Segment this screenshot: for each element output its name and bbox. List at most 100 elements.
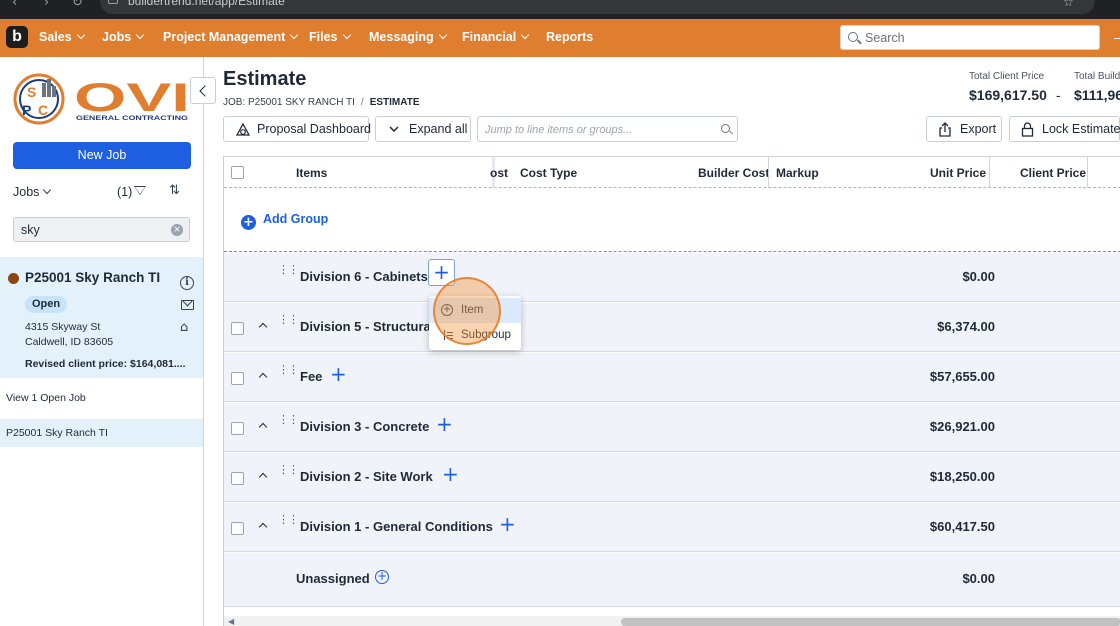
job-search-input[interactable] [21, 222, 166, 238]
row-amount: $0.00 [962, 571, 995, 586]
table-row[interactable]: ⋮⋮ Division 5 - Structura $6,374.00 [224, 303, 1120, 352]
add-to-group-button[interactable]: + [428, 259, 455, 286]
sidebar: S P C OVI GENERAL CONTRACTING New Job Jo… [0, 57, 204, 626]
menu-item-item[interactable]: + Item [429, 298, 521, 323]
table-row[interactable]: ⋮⋮ Division 3 - Concrete + $26,921.00 [224, 403, 1120, 452]
home-icon[interactable]: ⌂ [180, 320, 188, 335]
drag-handle-icon[interactable]: ⋮⋮ [278, 414, 299, 425]
forward-icon[interactable]: › [44, 0, 49, 10]
row-checkbox[interactable] [231, 422, 244, 435]
row-name[interactable]: Fee [300, 369, 322, 384]
nav-reports[interactable]: Reports [546, 30, 593, 44]
add-item-plus-icon[interactable]: + [330, 364, 347, 384]
collapse-caret-icon[interactable] [258, 322, 268, 332]
table-row[interactable]: ⋮⋮ Division 2 - Site Work + $18,250.00 [224, 453, 1120, 502]
global-search[interactable] [840, 25, 1100, 50]
column-markup[interactable]: Markup [776, 166, 819, 180]
row-checkbox[interactable] [231, 472, 244, 485]
nav-overflow-icon[interactable]: – [1114, 29, 1120, 45]
collapse-caret-icon[interactable] [258, 372, 268, 382]
table-row[interactable]: ⋮⋮ Fee + $57,655.00 [224, 353, 1120, 402]
sort-icon[interactable]: ⇅ [169, 183, 180, 198]
scroll-left-icon[interactable]: ◀ [228, 617, 234, 626]
breadcrumb-job[interactable]: JOB: P25001 SKY RANCH TI [223, 97, 355, 108]
row-name[interactable]: Division 3 - Concrete [300, 419, 429, 434]
collapse-caret-icon[interactable] [258, 522, 268, 532]
row-checkbox[interactable] [231, 322, 244, 335]
jump-to-search[interactable] [477, 116, 738, 142]
drag-handle-icon[interactable]: ⋮⋮ [278, 464, 299, 475]
breadcrumb: JOB: P25001 SKY RANCH TI / ESTIMATE [223, 97, 420, 108]
filter-count[interactable]: (1) [117, 185, 132, 199]
total-builder-cost-value: $111,96 [1074, 87, 1120, 103]
back-icon[interactable]: ‹ [12, 0, 17, 10]
nav-jobs[interactable]: Jobs [102, 30, 145, 44]
menu-item-subgroup[interactable]: Subgroup [429, 323, 521, 348]
site-info-icon[interactable] [108, 0, 118, 4]
column-builder-cost[interactable]: Builder Cost [698, 166, 769, 180]
proposal-dashboard-label: Proposal Dashboard [257, 122, 371, 136]
add-group-button[interactable]: + Add Group [241, 212, 328, 230]
buildertrend-logo[interactable]: b [6, 26, 28, 48]
nav-messaging[interactable]: Messaging [369, 30, 447, 44]
reload-icon[interactable]: ↻ [72, 0, 83, 10]
job-search[interactable]: × [13, 217, 190, 242]
collapse-caret-icon[interactable] [258, 422, 268, 432]
row-name[interactable]: Division 6 - Cabinets [300, 269, 428, 284]
collapse-caret-icon[interactable] [258, 472, 268, 482]
table-row[interactable]: ⋮⋮ Division 1 - General Conditions + $60… [224, 503, 1120, 552]
drag-handle-icon[interactable]: ⋮⋮ [278, 314, 299, 325]
expand-all-button[interactable]: Expand all [375, 116, 471, 142]
add-item-plus-icon[interactable]: + [499, 514, 516, 534]
view-open-jobs-link[interactable]: View 1 Open Job [6, 392, 86, 404]
url-text[interactable]: buildertrend.net/app/Estimate [128, 0, 285, 8]
clear-search-icon[interactable]: × [171, 224, 183, 236]
add-item-plus-icon[interactable]: + [442, 464, 459, 484]
add-item-plus-icon[interactable]: + [436, 414, 453, 434]
column-items[interactable]: Items [296, 166, 327, 180]
column-unit-price[interactable]: Unit Price [930, 166, 986, 180]
column-client-price[interactable]: Client Price [1020, 166, 1086, 180]
row-amount: $6,374.00 [937, 319, 995, 334]
add-circle-icon[interactable]: + [375, 570, 389, 584]
scrollbar-thumb[interactable] [621, 618, 1120, 626]
row-name[interactable]: Division 2 - Site Work [300, 469, 433, 484]
horizontal-scrollbar[interactable]: ◀ [224, 616, 1120, 626]
job-title[interactable]: P25001 Sky Ranch TI [25, 270, 160, 285]
column-cost-type[interactable]: Cost Type [520, 166, 577, 180]
drag-handle-icon[interactable]: ⋮⋮ [278, 514, 299, 525]
row-name[interactable]: Division 5 - Structura [300, 319, 431, 334]
row-checkbox[interactable] [231, 372, 244, 385]
filter-icon[interactable] [134, 186, 146, 195]
jump-to-input[interactable] [485, 122, 715, 137]
new-job-button[interactable]: New Job [13, 142, 191, 169]
jobs-dropdown[interactable]: Jobs [13, 185, 52, 199]
drag-handle-icon[interactable]: ⋮⋮ [278, 264, 299, 275]
mail-icon[interactable] [181, 300, 194, 310]
row-checkbox[interactable] [231, 522, 244, 535]
global-search-input[interactable] [865, 29, 1090, 47]
column-cost-partial[interactable]: ost [490, 166, 508, 180]
row-name[interactable]: Division 1 - General Conditions [300, 519, 493, 534]
nav-project-management[interactable]: Project Management [163, 30, 299, 44]
export-button[interactable]: Export [926, 116, 1002, 142]
info-icon[interactable]: i [180, 276, 194, 290]
job-card[interactable]: P25001 Sky Ranch TI i Open ⌂ 4315 Skyway… [0, 257, 203, 378]
nav-files[interactable]: Files [309, 30, 351, 44]
collapse-sidebar-button[interactable] [190, 77, 216, 104]
lock-estimate-label: Lock Estimate [1042, 122, 1120, 136]
drag-handle-icon[interactable]: ⋮⋮ [278, 364, 299, 375]
total-builder-cost-label: Total Build [1074, 71, 1120, 82]
breadcrumb-separator: / [360, 97, 364, 108]
bookmark-star-icon[interactable]: ☆ [1063, 0, 1074, 9]
select-all-checkbox[interactable] [231, 166, 244, 179]
recent-job-item[interactable]: P25001 Sky Ranch TI [0, 419, 203, 447]
table-row[interactable]: Unassigned + $0.00 [224, 553, 1120, 607]
table-row[interactable]: ⋮⋮ Division 6 - Cabinets $0.00 [224, 253, 1120, 302]
job-revised-price: Revised client price: $164,081.... [25, 358, 186, 370]
lock-estimate-button[interactable]: Lock Estimate [1009, 116, 1120, 142]
nav-financial[interactable]: Financial [462, 30, 530, 44]
proposal-dashboard-button[interactable]: Proposal Dashboard [223, 116, 371, 142]
nav-sales[interactable]: Sales [39, 30, 85, 44]
row-amount: $60,417.50 [929, 519, 995, 534]
